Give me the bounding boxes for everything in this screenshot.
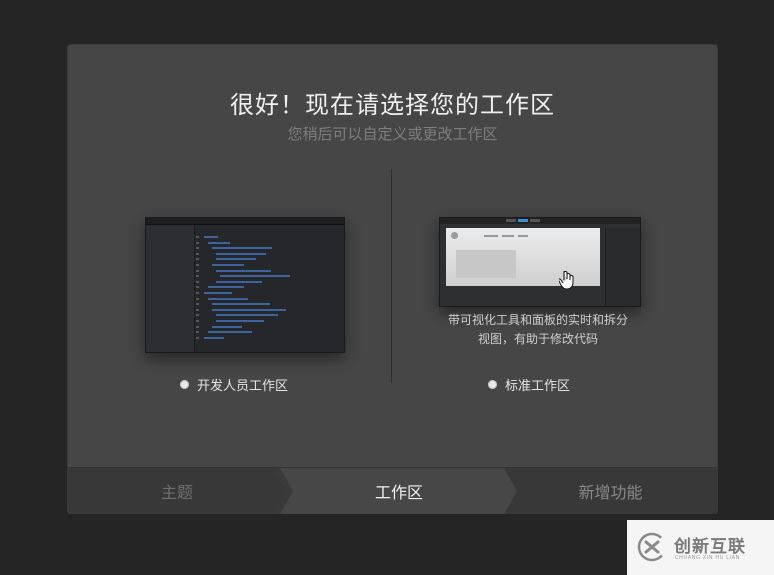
step-new-features-label: 新增功能 <box>578 483 643 502</box>
code-line <box>212 308 286 311</box>
dialog-title: 很好！现在请选择您的工作区 <box>230 91 555 119</box>
standard-workspace-preview[interactable] <box>439 217 641 307</box>
watermark-emblem-icon <box>637 532 667 562</box>
code-line-number <box>196 275 199 278</box>
code-line <box>204 292 232 294</box>
workspace-setup-dialog: 很好！现在请选择您的工作区 您稍后可以自定义或更改工作区 带可视化工具和面板的实… <box>68 45 717 514</box>
code-line-number <box>196 241 199 244</box>
standard-workspace-description-line1: 带可视化工具和面板的实时和拆分 <box>447 313 628 327</box>
code-line <box>216 258 256 261</box>
workspace-divider <box>391 169 392 383</box>
view-toggle-design <box>530 219 540 222</box>
code-line <box>208 297 248 300</box>
developer-workspace-label: 开发人员工作区 <box>197 378 289 394</box>
preview-toolbar <box>440 218 640 224</box>
code-line <box>216 252 266 255</box>
standard-workspace-radio[interactable] <box>488 379 497 389</box>
code-line-number <box>196 264 199 266</box>
code-line <box>216 280 262 283</box>
developer-workspace-option[interactable]: 开发人员工作区 <box>180 375 289 394</box>
code-line <box>216 269 271 272</box>
code-line <box>208 286 244 289</box>
watermark-subtext: CHUANG XIN HU LIAN <box>675 555 740 561</box>
code-line-number <box>196 325 199 328</box>
code-line-number <box>196 336 199 339</box>
code-line-number <box>196 280 199 283</box>
code-line <box>204 236 218 238</box>
code-line <box>208 331 252 334</box>
preview-nav-item <box>518 235 528 237</box>
code-line <box>220 275 290 278</box>
code-line-number <box>196 314 199 317</box>
view-toggle-code <box>506 219 516 222</box>
watermark-logo: 创新互联 CHUANG XIN HU LIAN <box>627 520 774 575</box>
preview-side-panel <box>605 228 640 306</box>
code-line <box>212 247 272 250</box>
standard-workspace-option[interactable]: 标准工作区 <box>488 375 571 394</box>
preview-hero-block <box>456 250 516 278</box>
code-line-number <box>196 303 199 306</box>
code-line-number <box>196 252 199 255</box>
preview-nav-item <box>484 235 498 237</box>
code-line-number <box>196 297 199 300</box>
preview-file-tree <box>146 225 195 352</box>
code-line-number <box>196 320 199 322</box>
code-line <box>204 336 224 339</box>
code-line-number <box>196 308 199 311</box>
step-theme-label: 主题 <box>160 483 193 502</box>
code-line <box>212 303 270 306</box>
code-line <box>216 314 278 317</box>
code-line <box>208 241 230 244</box>
step-workspace-label: 工作区 <box>374 483 423 502</box>
code-line-number <box>196 292 199 294</box>
step-workspace[interactable]: 工作区 <box>280 468 518 514</box>
code-line <box>212 325 242 328</box>
preview-live-view <box>446 228 600 286</box>
code-line-number <box>196 269 199 272</box>
step-new-features[interactable]: 新增功能 <box>504 468 717 514</box>
preview-logo <box>451 232 458 239</box>
code-line-number <box>196 331 199 334</box>
code-line-number <box>196 258 199 261</box>
preview-nav-item <box>502 235 514 237</box>
step-theme[interactable]: 主题 <box>68 468 286 514</box>
code-line <box>216 320 264 322</box>
code-line-number <box>196 247 199 250</box>
code-line-number <box>196 286 199 289</box>
code-line-number <box>196 236 199 238</box>
code-line <box>212 264 244 266</box>
dialog-subtitle: 您稍后可以自定义或更改工作区 <box>287 125 498 143</box>
developer-workspace-radio[interactable] <box>180 379 189 389</box>
watermark-text: 创新互联 <box>674 537 746 557</box>
preview-titlebar <box>146 218 344 225</box>
standard-workspace-description-line2: 视图，有助于修改代码 <box>477 332 598 346</box>
view-toggle-split <box>518 219 528 222</box>
setup-steps-bar: 主题 工作区 新增功能 <box>68 467 717 514</box>
hand-cursor-icon <box>559 271 574 290</box>
standard-workspace-label: 标准工作区 <box>505 378 571 394</box>
developer-workspace-preview[interactable] <box>145 217 345 353</box>
